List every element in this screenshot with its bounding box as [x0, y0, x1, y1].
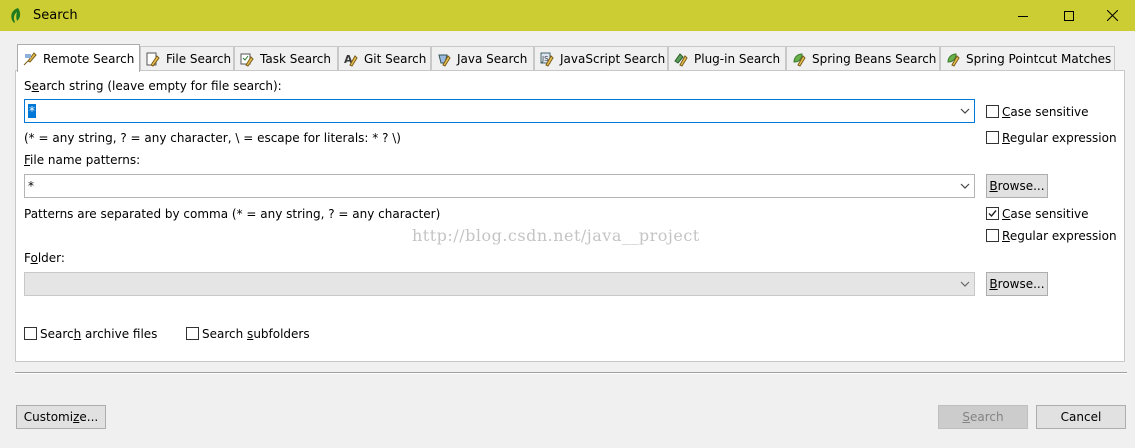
- minimize-icon: [1018, 15, 1028, 17]
- regex-checkbox-1[interactable]: [986, 131, 999, 144]
- maximize-icon: [1064, 10, 1074, 21]
- tab-remote-search[interactable]: Remote Search: [17, 44, 140, 72]
- file-patterns-value: *: [28, 179, 34, 193]
- tab-task-search[interactable]: Task Search: [234, 46, 338, 70]
- search-archive-checkbox[interactable]: [24, 327, 37, 340]
- case-sensitive-checkbox-2[interactable]: [986, 207, 999, 220]
- window-title: Search: [33, 8, 78, 23]
- regex-label-1: Regular expression: [1002, 131, 1117, 145]
- spring-beans-search-icon: [793, 52, 806, 67]
- regex-label-2: Regular expression: [1002, 229, 1117, 243]
- tab-label: Plug-in Search: [694, 51, 781, 66]
- search-archive-label: Search archive files: [40, 327, 158, 341]
- chevron-down-icon[interactable]: [960, 107, 970, 115]
- maximize-button[interactable]: [1046, 0, 1092, 31]
- regex-checkbox-2[interactable]: [986, 229, 999, 242]
- file-patterns-label: File name patterns:: [24, 153, 141, 167]
- java-search-icon: [438, 54, 451, 67]
- javascript-search-icon: JS: [540, 52, 554, 67]
- tab-plugin-search[interactable]: Plug-in Search: [668, 46, 786, 70]
- tab-label: Spring Pointcut Matches: [966, 51, 1112, 66]
- search-subfolders-checkbox[interactable]: [186, 327, 199, 340]
- cancel-button[interactable]: Cancel: [1036, 405, 1126, 429]
- folder-label: Folder:: [24, 251, 65, 265]
- search-button[interactable]: Search: [938, 405, 1028, 429]
- chevron-down-icon[interactable]: [960, 280, 970, 288]
- customize-button[interactable]: Customi z e...: [16, 405, 106, 429]
- search-string-value: *: [28, 104, 36, 118]
- tab-label: Remote Search: [43, 51, 135, 66]
- tab-spring-beans-search[interactable]: Spring Beans Search: [786, 46, 940, 70]
- tab-label: Task Search: [260, 51, 331, 66]
- app-leaf-icon: [11, 8, 21, 23]
- case-sensitive-label-1: Case sensitive: [1002, 105, 1089, 119]
- tab-label: Spring Beans Search: [812, 51, 937, 66]
- search-subfolders-label: Search subfolders: [202, 327, 310, 341]
- task-search-icon: [240, 53, 254, 67]
- case-sensitive-label-2: Case sensitive: [1002, 207, 1089, 221]
- minimize-button[interactable]: [1000, 0, 1046, 31]
- footer-separator-highlight: [15, 373, 1127, 374]
- git-search-icon: A: [344, 53, 358, 67]
- tab-label: Git Search: [364, 51, 427, 66]
- chevron-down-icon[interactable]: [960, 182, 970, 190]
- search-string-label: Search string (leave empty for file sear…: [24, 79, 282, 93]
- browse-folder-button[interactable]: Browse...: [986, 272, 1048, 296]
- tab-spring-pointcut-matches[interactable]: Spring Pointcut Matches: [940, 46, 1115, 70]
- close-icon: [1106, 10, 1118, 21]
- search-string-combo[interactable]: *: [24, 99, 975, 123]
- plugin-search-icon: [674, 52, 688, 67]
- file-patterns-combo[interactable]: *: [24, 174, 975, 198]
- tab-java-search[interactable]: Java Search: [431, 46, 534, 70]
- tab-label: JavaScript Search: [560, 51, 666, 66]
- watermark-text: http://blog.csdn.net/java__project: [412, 226, 700, 245]
- browse-patterns-button[interactable]: Browse...: [986, 174, 1048, 198]
- close-button[interactable]: [1089, 0, 1135, 31]
- check-icon: [988, 210, 997, 218]
- tab-git-search[interactable]: A Git Search: [338, 46, 431, 70]
- case-sensitive-checkbox-1[interactable]: [986, 105, 999, 118]
- remote-search-icon: [23, 51, 37, 65]
- spring-pointcut-icon: [947, 52, 960, 67]
- tab-file-search[interactable]: File Search: [140, 46, 234, 70]
- title-bar: [0, 0, 1135, 31]
- tab-label: File Search: [166, 51, 232, 66]
- folder-combo[interactable]: [24, 272, 975, 296]
- file-search-icon: [146, 52, 160, 67]
- search-string-hint: (* = any string, ? = any character, \ = …: [24, 131, 401, 145]
- tab-label: Java Search: [457, 51, 528, 66]
- file-patterns-hint: Patterns are separated by comma (* = any…: [24, 207, 441, 221]
- tab-javascript-search[interactable]: JS JavaScript Search: [534, 46, 668, 70]
